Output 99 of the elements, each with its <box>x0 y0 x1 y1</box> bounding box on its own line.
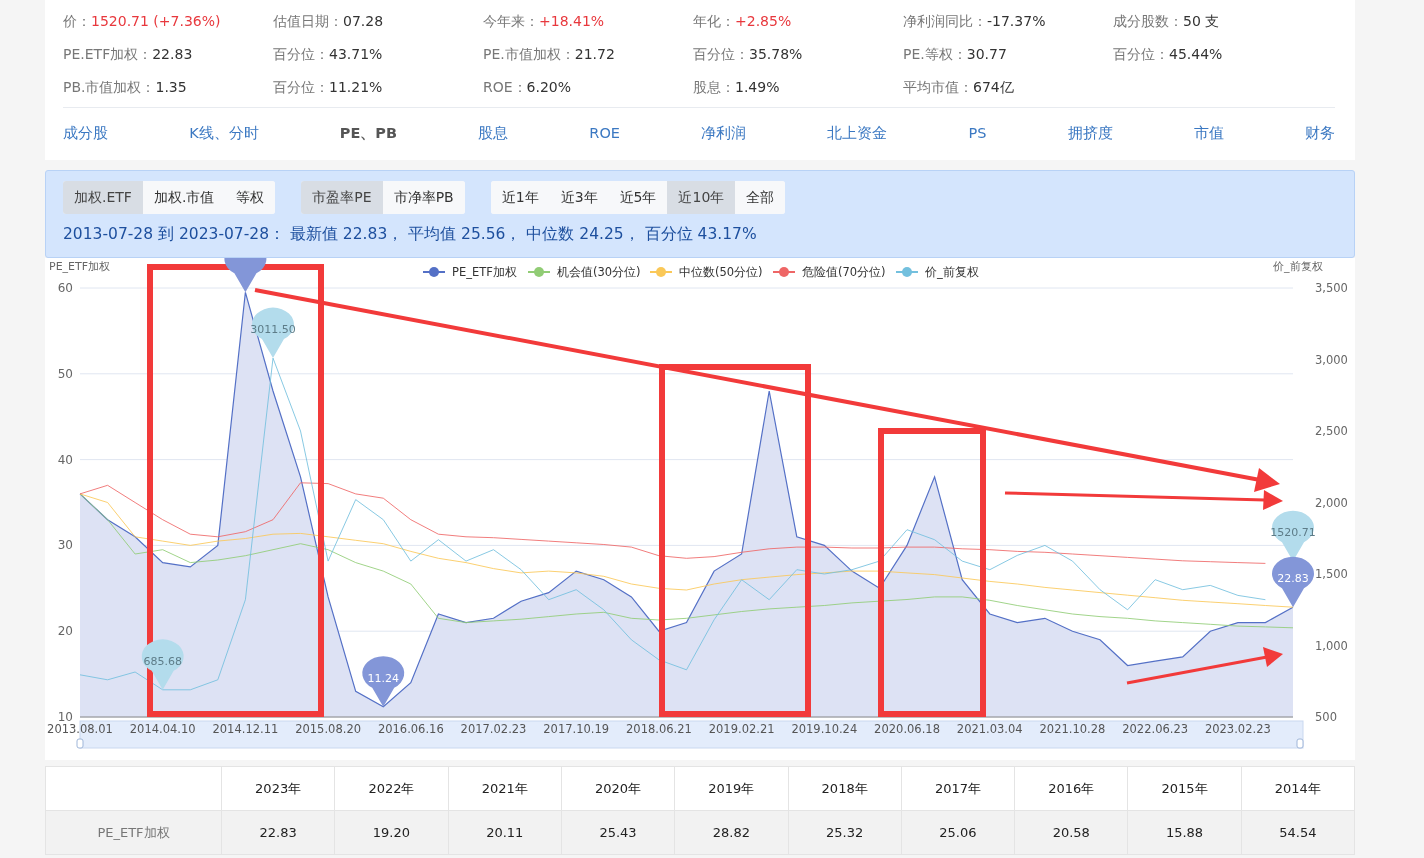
filter-button[interactable]: 市盈率PE <box>301 181 383 214</box>
table-header-cell: 2018年 <box>788 767 902 811</box>
table-header-cell: 2016年 <box>1015 767 1129 811</box>
y-tick-label: 2,000 <box>1315 495 1348 510</box>
x-tick-label: 2019.10.24 <box>791 722 858 736</box>
stat-item: PE.ETF加权：22.83 <box>63 45 194 64</box>
nav-tab[interactable]: 股息 <box>478 123 509 143</box>
legend-label: 中位数(50分位) <box>679 265 763 279</box>
x-tick-label: 2020.06.18 <box>874 722 940 736</box>
table-cell: 28.82 <box>675 811 789 855</box>
table-cell: 25.32 <box>788 811 902 855</box>
x-tick-label: 2017.10.19 <box>543 722 610 736</box>
stat-item: 百分位：35.78% <box>693 45 804 64</box>
x-tick-label: 2014.04.10 <box>129 722 196 736</box>
stat-item: 净利润同比：-17.37% <box>903 12 1047 31</box>
y-tick-label: 3,500 <box>1315 281 1348 295</box>
legend-item[interactable]: 机会值(30分位) <box>527 265 641 279</box>
y-tick-label: 60 <box>57 281 73 295</box>
table-cell: 25.06 <box>901 811 1016 855</box>
stat-item: PE.等权：30.77 <box>903 45 1008 64</box>
legend-item[interactable]: PE_ETF加权 <box>422 265 517 279</box>
nav-tab[interactable]: PS <box>968 125 987 141</box>
stat-item: 百分位：45.44% <box>1113 45 1224 64</box>
table-header-cell: 2023年 <box>222 767 336 811</box>
x-tick-label: 2021.10.28 <box>1039 722 1106 736</box>
table-header-cell: 2015年 <box>1128 767 1242 811</box>
legend-label: 机会值(30分位) <box>557 265 641 279</box>
stat-item: 年化：+2.85% <box>693 12 793 31</box>
x-tick-label: 2016.06.16 <box>377 722 444 736</box>
filter-button[interactable]: 加权.ETF <box>63 181 143 214</box>
x-tick-label: 2021.03.04 <box>956 722 1023 736</box>
table-cell: 20.58 <box>1015 811 1129 855</box>
x-tick-label: 2015.08.20 <box>295 722 362 736</box>
x-tick-label: 2014.12.11 <box>212 722 279 736</box>
table-header-cell: 2020年 <box>561 767 676 811</box>
stat-item: PE.市值加权：21.72 <box>483 45 616 64</box>
y-tick-label: 2,500 <box>1315 424 1348 438</box>
table-cell: 25.43 <box>561 811 676 855</box>
table-header-cell: 2022年 <box>335 767 449 811</box>
y-axis-title: 价_前复权 <box>1273 260 1323 273</box>
slider-handle[interactable] <box>1296 738 1304 749</box>
table-cell: 54.54 <box>1241 811 1355 855</box>
y-tick-label: 50 <box>57 366 73 381</box>
x-tick-label: 2013.08.01 <box>47 722 113 736</box>
value-marker: 22.83 <box>1272 556 1314 608</box>
value-marker: 11.24 <box>362 656 405 707</box>
y-tick-label: 500 <box>1315 710 1337 724</box>
legend-label: 危险值(70分位) <box>802 265 886 279</box>
y-tick-label: 1,500 <box>1315 567 1348 581</box>
x-tick-label: 2022.06.23 <box>1122 722 1189 736</box>
stat-item: ROE：6.20% <box>483 78 573 97</box>
x-tick-label: 2019.02.21 <box>708 722 775 736</box>
stat-item: 今年来：+18.41% <box>483 12 606 31</box>
nav-tab[interactable]: K线、分时 <box>189 123 259 143</box>
x-tick-label: 2018.06.21 <box>626 722 692 736</box>
legend-label: 价_前复权 <box>924 265 979 279</box>
stat-item: PB.市值加权：1.35 <box>63 78 188 97</box>
table-cell: 19.20 <box>335 811 449 855</box>
table-cell: 20.11 <box>448 811 562 855</box>
nav-tab[interactable]: 财务 <box>1304 123 1335 143</box>
table-cell: 15.88 <box>1128 811 1242 855</box>
value-marker <box>224 258 267 293</box>
value-marker: 685.68 <box>141 639 184 690</box>
table-cell: 22.83 <box>222 811 336 855</box>
nav-tab[interactable]: 市值 <box>1193 123 1224 143</box>
summary-text: 2013-07-28 到 2023-07-28： 最新值 22.83， 平均值 25.56， 中位数 24.25， 百分位 43.17% <box>63 224 758 245</box>
y-tick-label: 1,000 <box>1315 638 1348 653</box>
nav-tab[interactable]: 成分股 <box>63 123 108 143</box>
slider-handle[interactable] <box>76 738 84 749</box>
nav-tab[interactable]: 北上资金 <box>827 123 888 143</box>
table-header-cell: 2019年 <box>675 767 789 811</box>
x-tick-label: 2023.02.23 <box>1204 722 1271 736</box>
y-axis-title: PE_ETF加权 <box>49 260 111 273</box>
y-tick-label: 30 <box>57 538 73 553</box>
filter-button[interactable]: 近10年 <box>667 181 736 214</box>
legend-item[interactable]: 危险值(70分位) <box>772 265 886 279</box>
stat-item: 成分股数：50 支 <box>1113 12 1221 31</box>
y-tick-label: 20 <box>57 624 73 639</box>
y-tick-label: 10 <box>57 710 73 724</box>
table-header-cell: 2021年 <box>448 767 562 811</box>
row-label: PE_ETF加权 <box>46 811 222 855</box>
nav-tab[interactable]: PE、PB <box>339 123 398 143</box>
nav-tab[interactable]: ROE <box>589 125 620 141</box>
table-header-cell: 2017年 <box>901 767 1016 811</box>
x-tick-label: 2017.02.23 <box>460 722 527 736</box>
legend-label: PE_ETF加权 <box>452 265 517 279</box>
stat-item: 估值日期：07.28 <box>273 12 385 31</box>
stat-item: 股息：1.49% <box>693 78 781 97</box>
legend-item[interactable]: 中位数(50分位) <box>649 265 763 279</box>
table-header-cell: 2014年 <box>1241 767 1355 811</box>
stat-item: 平均市值：674亿 <box>903 78 1015 97</box>
nav-tab[interactable]: 净利润 <box>701 123 747 143</box>
legend-item[interactable]: 价_前复权 <box>895 265 979 279</box>
y-tick-label: 3,000 <box>1315 352 1348 367</box>
y-tick-label: 40 <box>57 452 73 467</box>
stat-item: 百分位：11.21% <box>273 78 384 97</box>
stat-item: 百分位：43.71% <box>273 45 384 64</box>
stat-item: 价：1520.71 (+7.36%) <box>63 12 222 31</box>
nav-tab[interactable]: 拥挤度 <box>1067 123 1113 143</box>
